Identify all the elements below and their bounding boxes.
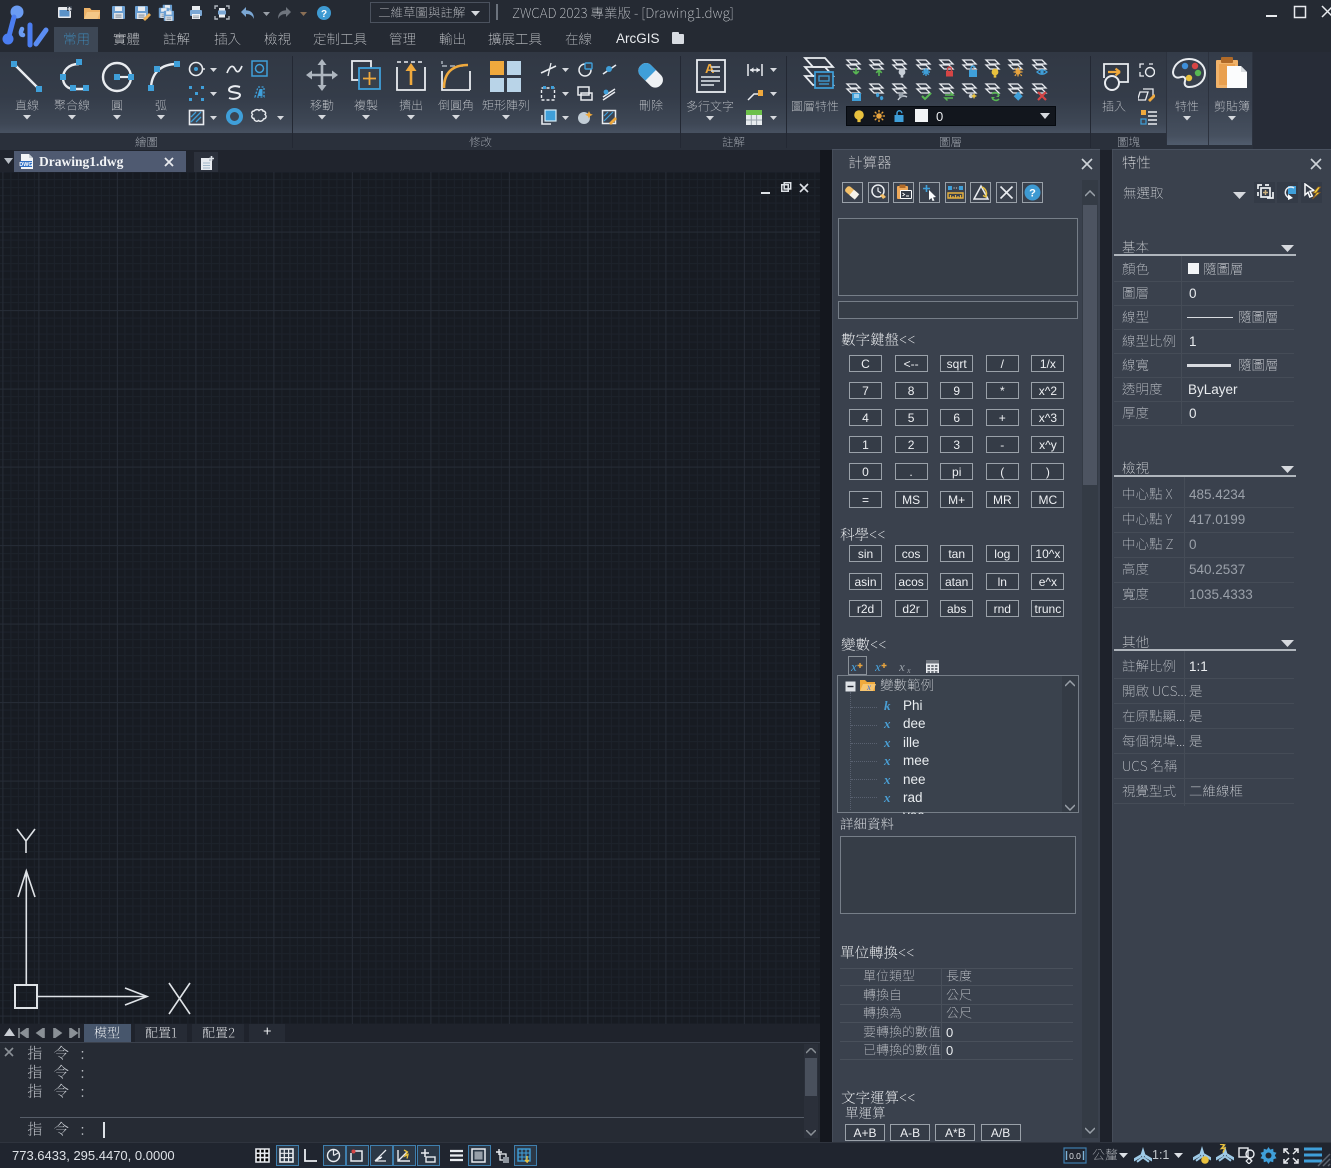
svg-text:x: x xyxy=(899,659,905,673)
svg-text:x: x xyxy=(851,659,857,673)
svg-text:x: x xyxy=(875,659,881,673)
svg-text:?: ? xyxy=(321,9,327,20)
svg-text:x: x xyxy=(906,666,911,673)
svg-text:A: A xyxy=(705,61,715,76)
svg-text:x: x xyxy=(866,682,871,692)
svg-text:?: ? xyxy=(1029,188,1036,200)
svg-text:DWG: DWG xyxy=(19,162,32,168)
svg-text:0.0: 0.0 xyxy=(1069,1151,1081,1161)
